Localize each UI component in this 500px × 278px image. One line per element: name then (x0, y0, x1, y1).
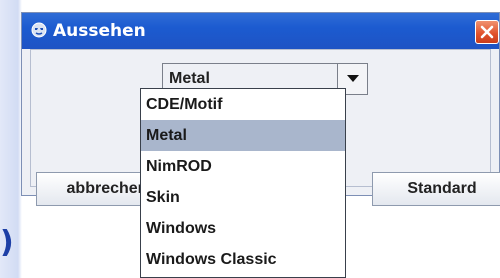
combobox-selected-value: Metal (169, 70, 210, 87)
window-title: Aussehen (53, 21, 146, 41)
dropdown-item-cde-motif[interactable]: CDE/Motif (141, 89, 345, 120)
dropdown-item-nimrod[interactable]: NimROD (141, 151, 345, 182)
dropdown-item-metal[interactable]: Metal (141, 120, 345, 151)
close-icon (480, 25, 494, 39)
dropdown-item-windows-classic[interactable]: Windows Classic (141, 244, 345, 275)
close-button[interactable] (475, 20, 499, 44)
title-bar[interactable]: Aussehen (22, 13, 499, 49)
dropdown-item-skin[interactable]: Skin (141, 182, 345, 213)
dropdown-item-windows[interactable]: Windows (141, 213, 345, 244)
backdrop-text-fragment: ) (0, 225, 14, 260)
look-and-feel-dropdown-list[interactable]: CDE/Motif Metal NimROD Skin Windows Wind… (140, 88, 346, 278)
default-button[interactable]: Standard (372, 172, 500, 206)
app-icon (31, 22, 47, 38)
